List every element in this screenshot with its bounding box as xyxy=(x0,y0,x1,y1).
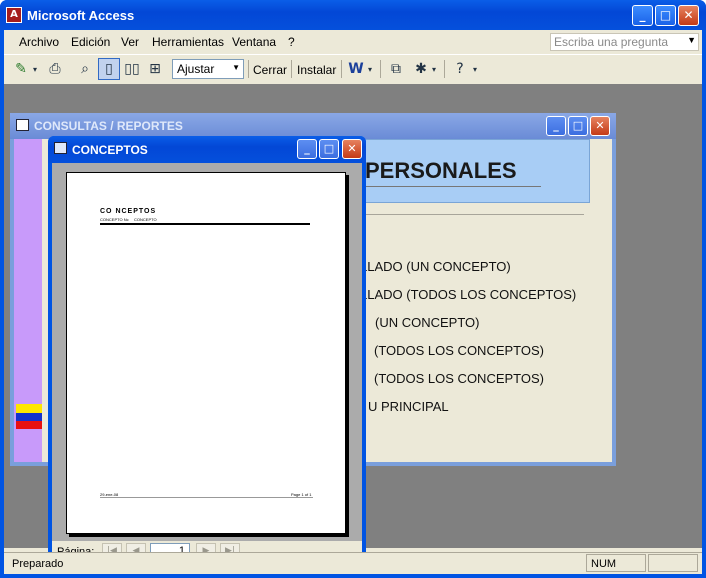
toolbar-separator xyxy=(341,60,342,78)
chevron-down-icon[interactable]: ▼ xyxy=(687,35,696,45)
flag-stripe-yellow xyxy=(16,404,42,413)
zoom-value: Ajustar xyxy=(177,62,215,76)
report-option[interactable]: LLADO (UN CONCEPTO) xyxy=(360,259,511,274)
chevron-down-icon[interactable]: ▾ xyxy=(429,58,439,80)
chevron-down-icon[interactable]: ▾ xyxy=(470,58,480,80)
zoom-select[interactable]: Ajustar ▼ xyxy=(172,59,244,79)
design-view-icon[interactable]: ✎ xyxy=(10,58,32,80)
status-panel xyxy=(648,554,698,572)
report-option[interactable]: LLADO (TODOS LOS CONCEPTOS) xyxy=(360,287,576,302)
maximize-button[interactable]: □ xyxy=(655,5,676,26)
window-title: CONCEPTOS xyxy=(72,143,148,157)
menu-herramientas[interactable]: Herramientas xyxy=(152,35,224,49)
report-page[interactable]: CO NCEPTOS CONCEPTO Nc CONCEPTO 29-ene-0… xyxy=(66,172,346,534)
minimize-button[interactable]: _ xyxy=(297,139,317,159)
menu-help[interactable]: ? xyxy=(288,35,295,49)
toolbar-separator xyxy=(380,60,381,78)
client-area: Archivo Edición Ver Herramientas Ventana… xyxy=(4,30,702,578)
close-preview-button[interactable]: Cerrar xyxy=(253,63,287,77)
close-button[interactable]: ✕ xyxy=(342,139,362,159)
close-button[interactable]: ✕ xyxy=(590,116,610,136)
status-text: Preparado xyxy=(12,558,64,570)
one-page-icon[interactable]: ▯ xyxy=(98,58,120,80)
two-pages-icon[interactable]: ▯▯ xyxy=(121,58,143,80)
database-window-icon[interactable]: ⧉ xyxy=(385,58,407,80)
page-setup-button[interactable]: Instalar xyxy=(297,63,336,77)
app-title: Microsoft Access xyxy=(27,8,135,23)
toolbar-separator xyxy=(248,60,249,78)
word-export-icon[interactable]: W xyxy=(345,58,367,80)
status-bar: Preparado NUM xyxy=(4,552,702,574)
maximize-button[interactable]: □ xyxy=(568,116,588,136)
page-rule xyxy=(100,223,310,225)
chevron-down-icon: ▼ xyxy=(232,63,240,72)
column-header: CONCEPTO Nc xyxy=(100,217,129,222)
report-icon xyxy=(54,142,67,154)
flag-stripe-blue xyxy=(16,413,42,421)
window-title: CONSULTAS / REPORTES xyxy=(34,119,183,133)
access-key-icon[interactable]: A xyxy=(6,7,22,23)
menu-ventana[interactable]: Ventana xyxy=(232,35,276,49)
form-header-title: PERSONALES xyxy=(365,158,517,183)
menu-archivo[interactable]: Archivo xyxy=(19,35,59,49)
header-underline xyxy=(363,186,541,187)
report-option[interactable]: (TODOS LOS CONCEPTOS) xyxy=(374,343,544,358)
maximize-button[interactable]: □ xyxy=(319,139,339,159)
access-window: A Microsoft Access _ □ ✕ Archivo Edición… xyxy=(0,0,706,578)
column-header: CONCEPTO xyxy=(134,217,157,222)
print-icon[interactable]: ⎙ xyxy=(44,58,66,80)
form-header: PERSONALES xyxy=(354,139,590,203)
close-button[interactable]: ✕ xyxy=(678,5,699,26)
help-icon[interactable]: ? xyxy=(449,58,471,80)
page-title: CO NCEPTOS xyxy=(100,208,157,215)
divider xyxy=(354,214,584,215)
multiple-pages-icon[interactable]: ⊞ xyxy=(144,58,166,80)
toolbar-separator xyxy=(444,60,445,78)
help-question-input[interactable]: Escriba una pregunta ▼ xyxy=(550,33,699,51)
report-option[interactable]: (UN CONCEPTO) xyxy=(375,315,479,330)
title-bar: A Microsoft Access _ □ ✕ xyxy=(0,0,706,30)
window-title-bar[interactable]: CONCEPTOS _ □ ✕ xyxy=(48,136,366,163)
print-preview-toolbar: ✎ ▾ ⎙ ⌕ ▯ ▯▯ ⊞ Ajustar ▼ Cerrar Instalar… xyxy=(4,54,702,82)
page-footer-line xyxy=(100,497,313,498)
report-preview-area[interactable]: CO NCEPTOS CONCEPTO Nc CONCEPTO 29-ene-0… xyxy=(52,163,362,541)
form-icon xyxy=(16,119,29,131)
flag-stripe-red xyxy=(16,421,42,429)
minimize-button[interactable]: _ xyxy=(546,116,566,136)
minimize-button[interactable]: _ xyxy=(632,5,653,26)
menu-principal-option[interactable]: U PRINCIPAL xyxy=(368,399,449,414)
num-lock-indicator: NUM xyxy=(586,554,646,572)
toolbar-separator xyxy=(291,60,292,78)
report-option[interactable]: (TODOS LOS CONCEPTOS) xyxy=(374,371,544,386)
mdi-workspace: CONSULTAS / REPORTES _ □ ✕ PERSONALES LL… xyxy=(4,84,702,578)
help-placeholder: Escriba una pregunta xyxy=(554,35,669,49)
menu-edicion[interactable]: Edición xyxy=(71,35,110,49)
zoom-icon[interactable]: ⌕ xyxy=(74,58,96,80)
conceptos-report-window[interactable]: CONCEPTOS _ □ ✕ CO NCEPTOS CONCEPTO Nc C… xyxy=(48,136,366,578)
menu-ver[interactable]: Ver xyxy=(121,35,139,49)
menu-bar: Archivo Edición Ver Herramientas Ventana… xyxy=(4,30,702,54)
chevron-down-icon[interactable]: ▾ xyxy=(30,58,40,80)
chevron-down-icon[interactable]: ▾ xyxy=(365,58,375,80)
